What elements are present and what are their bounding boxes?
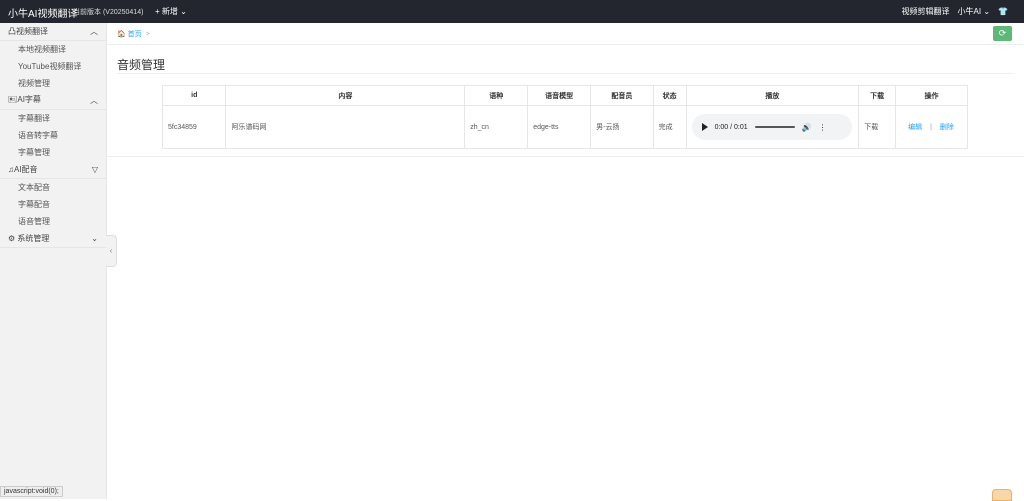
table-header-row: id 内容 语种 语音模型 配音员 状态 播放 下载 操作 xyxy=(161,85,968,106)
breadcrumb-bar: 🏠 首页 > ⟳ xyxy=(107,23,1024,45)
chevron-up-icon: ︿ xyxy=(90,96,98,105)
shirt-icon[interactable]: 👕 xyxy=(998,7,1008,16)
title-divider xyxy=(117,73,1014,74)
chevron-up-icon: ︿ xyxy=(90,27,98,36)
cell-status: 完成 xyxy=(652,105,687,149)
cell-lang: zh_cn xyxy=(464,105,529,149)
col-header-play: 播放 xyxy=(685,85,860,106)
sidebar-item-speech-to-subtitle[interactable]: 语音转字幕 xyxy=(0,127,106,144)
sidebar-item-subtitle-manage[interactable]: 字幕管理 xyxy=(0,144,106,161)
col-header-content: 内容 xyxy=(225,85,466,106)
action-divider: | xyxy=(930,124,932,131)
version-label: 当前版本 (V20250414) xyxy=(73,9,144,16)
col-header-actions: 操作 xyxy=(895,85,968,106)
corner-widget[interactable] xyxy=(992,489,1012,501)
refresh-icon[interactable]: ⟳ xyxy=(993,26,1012,41)
status-bar-url: javascript:void(0); xyxy=(0,486,63,497)
audio-time: 0:00 / 0:01 xyxy=(714,123,748,131)
col-header-download: 下载 xyxy=(858,85,896,106)
top-navbar: 小牛AI视频翻译 当前版本 (V20250414) + 新增 ⌄ 视频剪辑翻译 … xyxy=(0,0,1024,23)
sidebar-item-subtitle-dubbing[interactable]: 字幕配音 xyxy=(0,196,106,213)
audio-progress-bar[interactable] xyxy=(754,126,795,128)
play-icon[interactable] xyxy=(701,123,708,131)
sidebar-group-ai-dubbing[interactable]: ♫AI配音 ▽ xyxy=(0,161,106,179)
content-divider xyxy=(107,156,1024,157)
delete-link[interactable]: 删除 xyxy=(940,124,954,131)
cell-actions: 编辑 | 删除 xyxy=(895,105,968,149)
audio-table: id 内容 语种 语音模型 配音员 状态 播放 下载 操作 5fc34859 阿… xyxy=(161,85,968,149)
sidebar-item-local-video[interactable]: 本地视频翻译 xyxy=(0,41,106,58)
cell-content: 阿乐谱码网 xyxy=(225,105,466,149)
breadcrumb-separator: > xyxy=(145,31,150,38)
sidebar-item-text-dubbing[interactable]: 文本配音 xyxy=(0,179,106,196)
sidebar-item-voice-manage[interactable]: 语音管理 xyxy=(0,213,106,230)
user-menu[interactable]: 小牛AI ⌄ xyxy=(958,6,990,17)
sidebar-item-subtitle-translate[interactable]: 字幕翻译 xyxy=(0,110,106,127)
new-menu-button[interactable]: + 新增 ⌄ xyxy=(155,6,187,17)
col-header-model: 语音模型 xyxy=(527,85,592,106)
cell-play: 0:00 / 0:01 🔊 ⋮ xyxy=(685,105,860,149)
col-header-id: id xyxy=(161,85,227,106)
more-options-icon[interactable]: ⋮ xyxy=(819,123,827,132)
col-header-lang: 语种 xyxy=(464,85,529,106)
sidebar-item-video-manage[interactable]: 视频管理 xyxy=(0,75,106,92)
col-header-voice: 配音员 xyxy=(590,85,654,106)
chevron-down-icon: ⌄ xyxy=(91,234,98,243)
sidebar-group-video-translate[interactable]: 凸视频翻译 ︿ xyxy=(0,23,106,41)
audio-player[interactable]: 0:00 / 0:01 🔊 ⋮ xyxy=(691,114,852,140)
sidebar-group-ai-subtitle[interactable]: 🖭AI字幕 ︿ xyxy=(0,92,106,110)
col-header-status: 状态 xyxy=(652,85,687,106)
breadcrumb: 🏠 首页 > xyxy=(117,29,150,39)
cell-id: 5fc34859 xyxy=(161,105,227,149)
edit-link[interactable]: 编辑 xyxy=(908,124,922,131)
cell-model: edge-tts xyxy=(527,105,592,149)
page-title: 音频管理 xyxy=(117,58,166,72)
sidebar-collapse-toggle[interactable]: ‹ xyxy=(106,235,117,267)
video-edit-link[interactable]: 视频剪辑翻译 xyxy=(902,6,950,17)
header-right: 视频剪辑翻译 小牛AI ⌄ 👕 xyxy=(902,6,1008,17)
cell-download-link[interactable]: 下载 xyxy=(858,105,896,149)
breadcrumb-home[interactable]: 🏠 首页 xyxy=(117,31,142,38)
sidebar: 凸视频翻译 ︿ 本地视频翻译 YouTube视频翻译 视频管理 🖭AI字幕 ︿ 字幕… xyxy=(0,23,107,499)
volume-icon[interactable]: 🔊 xyxy=(802,123,812,132)
sidebar-group-system[interactable]: ⚙ 系统管理 ⌄ xyxy=(0,230,106,248)
cell-voice: 男-云扬 xyxy=(590,105,654,149)
app-brand[interactable]: 小牛AI视频翻译 xyxy=(8,5,77,20)
sidebar-item-youtube-video[interactable]: YouTube视频翻译 xyxy=(0,58,106,75)
filter-icon: ▽ xyxy=(91,165,98,174)
table-row: 5fc34859 阿乐谱码网 zh_cn edge-tts 男-云扬 完成 0:… xyxy=(161,105,968,149)
